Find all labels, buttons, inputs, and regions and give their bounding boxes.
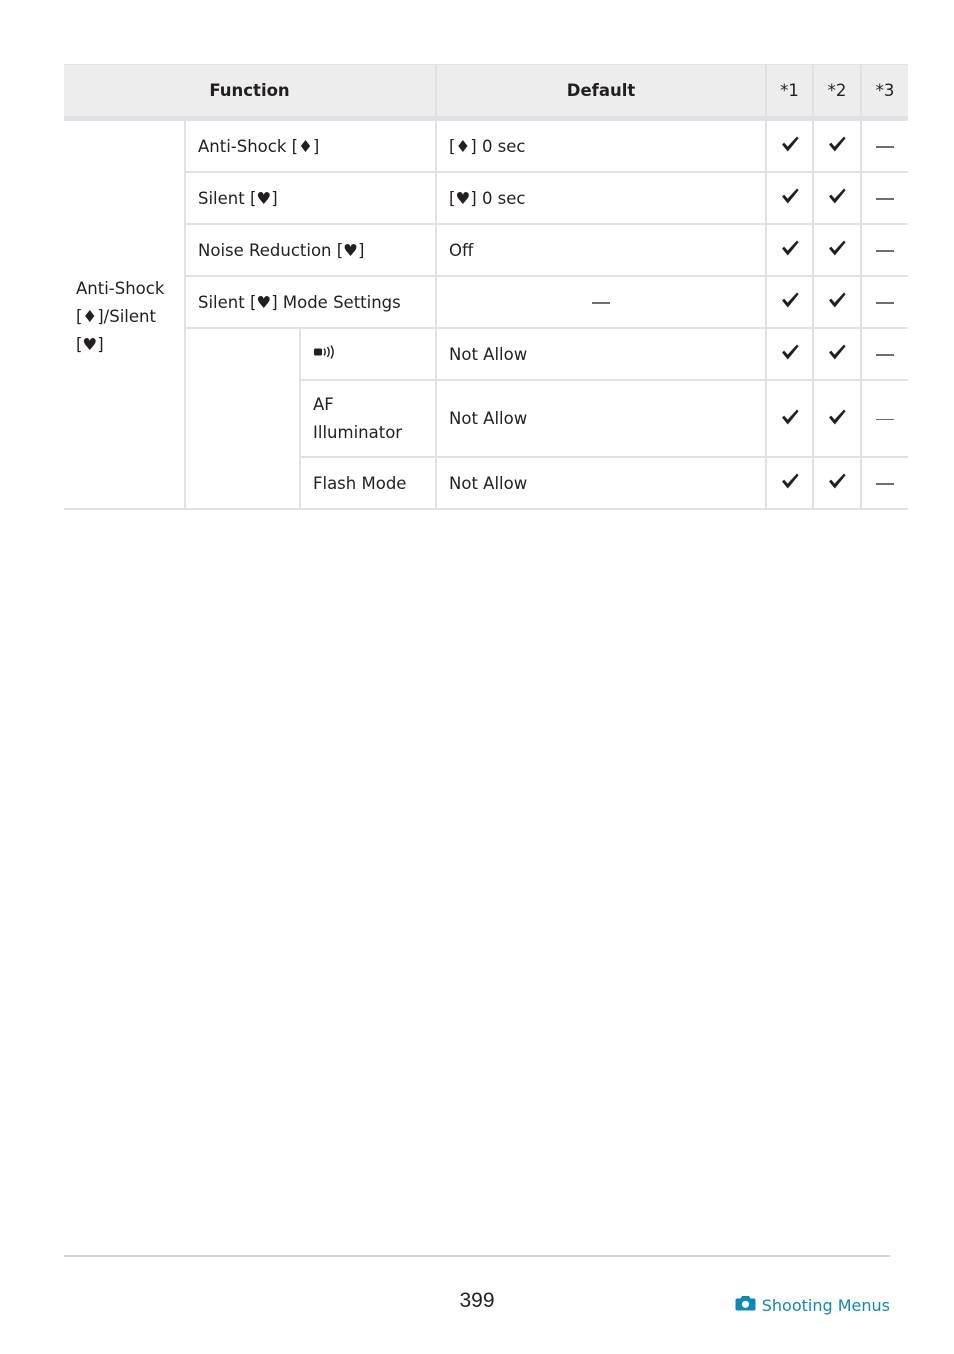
col3-cell — [860, 456, 909, 510]
settings-table: Function Default *1 *2 *3 Anti-Shock [♦]… — [64, 64, 909, 510]
header-function: Function — [64, 64, 437, 121]
camera-icon — [735, 1295, 756, 1315]
check-icon — [827, 240, 847, 262]
table-row: Noise Reduction [♥] Off — [64, 223, 909, 277]
check-icon — [827, 344, 847, 366]
function-cell: AF Illuminator — [298, 379, 438, 458]
function-cell: Silent [♥] — [183, 171, 438, 225]
col3-cell — [860, 275, 909, 329]
dash-icon — [876, 409, 895, 428]
col3-cell — [860, 171, 909, 225]
col2-cell — [812, 117, 863, 173]
col3-cell — [860, 379, 909, 458]
col2-cell — [812, 223, 863, 277]
function-cell: Silent [♥] Mode Settings — [183, 275, 438, 329]
check-icon — [780, 344, 800, 366]
subgroup-spacer-cell — [184, 327, 301, 510]
check-icon — [780, 473, 800, 495]
function-line: Illuminator — [313, 422, 403, 442]
check-icon — [780, 240, 800, 262]
header-col1: *1 — [765, 64, 814, 121]
col1-cell — [765, 117, 815, 173]
table-row: Anti-Shock [♦]/Silent [♥] Anti-Shock [♦]… — [64, 117, 909, 510]
table-header-row: Function Default *1 *2 *3 — [64, 64, 909, 121]
default-cell: Off — [435, 223, 768, 277]
default-cell: Not Allow — [435, 456, 768, 510]
dash-icon — [876, 345, 895, 364]
default-cell: Not Allow — [435, 379, 768, 458]
function-line: AF — [313, 394, 334, 414]
group-label-line: [♥] — [76, 334, 104, 354]
default-cell: Not Allow — [435, 327, 768, 381]
col2-cell — [812, 456, 863, 510]
col3-cell — [860, 223, 909, 277]
check-icon — [827, 473, 847, 495]
col3-cell — [860, 327, 909, 381]
header-default: Default — [435, 64, 767, 121]
dash-icon — [876, 241, 895, 260]
check-icon — [780, 292, 800, 314]
col2-cell — [812, 171, 863, 225]
col3-cell — [860, 117, 909, 173]
em-dash-icon — [592, 302, 611, 304]
table-subrow: Not Allow — [64, 327, 909, 510]
check-icon — [827, 136, 847, 158]
dash-icon — [876, 137, 895, 156]
default-cell: [♥] 0 sec — [435, 171, 768, 225]
col1-cell — [765, 327, 815, 381]
dash-icon — [876, 189, 895, 208]
col1-cell — [765, 223, 815, 277]
group-label-line: Anti-Shock — [76, 278, 165, 298]
default-cell — [435, 275, 768, 329]
sound-icon — [313, 344, 339, 364]
function-cell — [298, 327, 438, 381]
check-icon — [827, 292, 847, 314]
col2-cell — [812, 275, 863, 329]
table-row: Silent [♥] [♥] 0 sec — [64, 171, 909, 225]
section-link-shooting-menus[interactable]: Shooting Menus — [735, 1295, 890, 1315]
group-label-line: [♦]/Silent — [76, 306, 156, 326]
check-icon — [780, 136, 800, 158]
check-icon — [827, 409, 847, 431]
dash-icon — [876, 293, 895, 312]
check-icon — [780, 188, 800, 210]
group-label-cell: Anti-Shock [♦]/Silent [♥] — [64, 117, 186, 510]
footer-divider — [64, 1255, 890, 1257]
check-icon — [827, 188, 847, 210]
default-cell: [♦] 0 sec — [435, 117, 768, 173]
function-cell: Flash Mode — [298, 456, 438, 510]
col1-cell — [765, 456, 815, 510]
table-row: Silent [♥] Mode Settings — [64, 275, 909, 329]
col1-cell — [765, 379, 815, 458]
header-col2: *2 — [812, 64, 862, 121]
col2-cell — [812, 379, 863, 458]
check-icon — [780, 409, 800, 431]
section-label: Shooting Menus — [761, 1295, 890, 1315]
col1-cell — [765, 171, 815, 225]
col1-cell — [765, 275, 815, 329]
header-col3: *3 — [860, 64, 909, 121]
function-cell: Noise Reduction [♥] — [183, 223, 438, 277]
col2-cell — [812, 327, 863, 381]
dash-icon — [876, 474, 895, 493]
function-cell: Anti-Shock [♦] — [183, 117, 438, 173]
